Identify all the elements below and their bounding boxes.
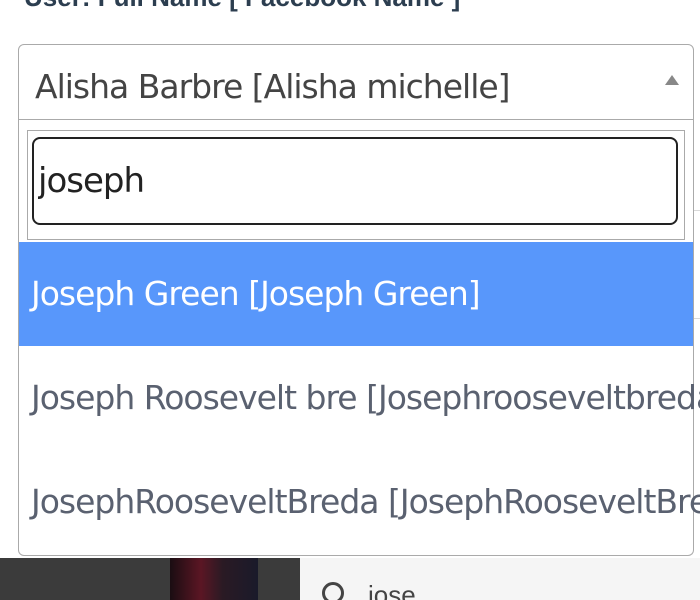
background-search-text: jose	[368, 580, 416, 600]
caret-up-icon[interactable]	[665, 75, 679, 85]
thumbnail-image	[170, 558, 258, 600]
field-label: User: Full Name [ Facebook Name ]	[24, 0, 460, 13]
option-item[interactable]: Joseph Green [Joseph Green]	[19, 242, 693, 346]
search-icon	[322, 582, 344, 600]
background-footer: jose	[0, 558, 700, 600]
user-select[interactable]: Alisha Barbre [Alisha michelle]	[18, 44, 694, 120]
select-dropdown: Joseph Green [Joseph Green] Joseph Roose…	[18, 120, 700, 556]
option-item[interactable]: JosephRooseveltBreda [JosephRooseveltBre…	[19, 450, 700, 554]
selected-value: Alisha Barbre [Alisha michelle]	[35, 67, 511, 106]
dropdown-search-input[interactable]	[32, 137, 678, 225]
option-item[interactable]: Joseph Roosevelt bre [Josephrooseveltbre…	[19, 346, 700, 450]
search-container	[27, 130, 685, 240]
background-search-panel: jose	[300, 558, 700, 600]
user-select-page: User: Full Name [ Facebook Name ] Alisha…	[0, 0, 700, 600]
